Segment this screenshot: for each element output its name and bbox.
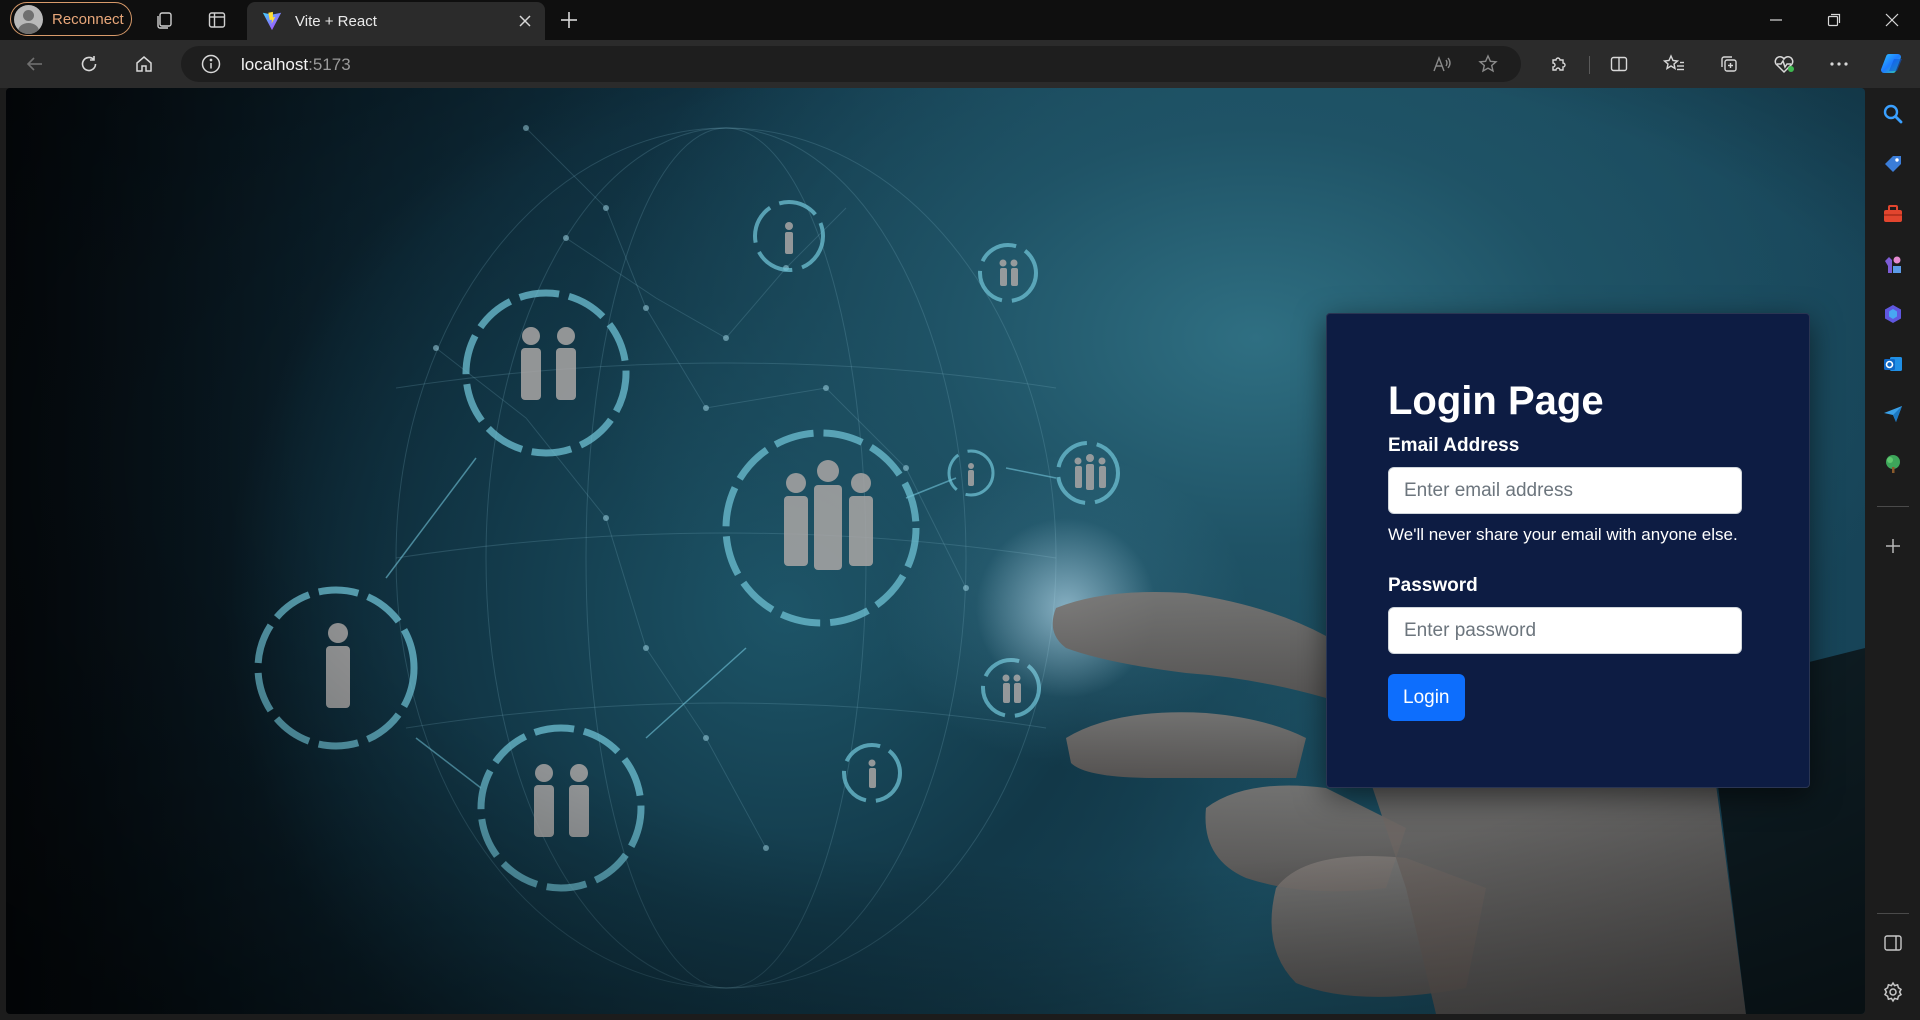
sidebar-divider	[1877, 506, 1909, 507]
back-icon[interactable]	[18, 48, 52, 80]
sidebar-toggle-icon[interactable]	[1880, 930, 1906, 956]
close-tab-icon[interactable]	[511, 7, 539, 35]
browser-titlebar: Reconnect Vite + React	[0, 0, 1920, 40]
browser-sidebar	[1866, 88, 1920, 1020]
toolbar-divider	[1589, 56, 1590, 74]
profile-button[interactable]: Reconnect	[10, 2, 132, 36]
refresh-icon[interactable]	[72, 48, 106, 80]
tools-icon[interactable]	[1880, 201, 1906, 227]
add-icon[interactable]	[1880, 533, 1906, 559]
password-field[interactable]	[1388, 607, 1742, 654]
search-icon[interactable]	[1880, 101, 1906, 127]
email-field[interactable]	[1388, 467, 1742, 514]
sidebar-divider-bottom	[1877, 913, 1909, 914]
login-card: Login Page Email Address We'll never sha…	[1326, 313, 1810, 788]
read-aloud-icon[interactable]	[1428, 52, 1456, 76]
browser-toolbar: localhost:5173	[0, 40, 1920, 88]
send-icon[interactable]	[1880, 401, 1906, 427]
tab-title: Vite + React	[295, 12, 377, 30]
vite-logo-icon	[262, 11, 282, 31]
outlook-icon[interactable]	[1880, 351, 1906, 377]
minimize-icon[interactable]	[1748, 0, 1804, 40]
settings-icon[interactable]	[1880, 979, 1906, 1005]
tree-icon[interactable]	[1880, 451, 1906, 477]
shopping-tag-icon[interactable]	[1880, 151, 1906, 177]
tab-vite-react[interactable]: Vite + React	[247, 2, 545, 40]
browser-essentials-icon[interactable]	[1769, 50, 1799, 78]
email-help-text: We'll never share your email with anyone…	[1388, 525, 1738, 544]
new-tab-icon[interactable]	[553, 5, 585, 35]
copilot-m365-icon[interactable]	[1880, 301, 1906, 327]
page-viewport: Login Page Email Address We'll never sha…	[6, 88, 1865, 1014]
favorites-icon[interactable]	[1659, 50, 1689, 78]
workspaces-icon[interactable]	[148, 6, 180, 34]
games-icon[interactable]	[1880, 251, 1906, 277]
site-info-icon[interactable]	[200, 53, 222, 75]
password-label: Password	[1388, 575, 1478, 596]
email-label: Email Address	[1388, 435, 1520, 456]
split-screen-icon[interactable]	[1604, 50, 1634, 78]
page-title: Login Page	[1388, 379, 1604, 423]
vertical-tabs-icon[interactable]	[201, 6, 233, 34]
address-bar[interactable]: localhost:5173	[181, 46, 1521, 82]
avatar-icon	[14, 4, 43, 34]
favorite-star-icon[interactable]	[1474, 52, 1502, 76]
copilot-icon[interactable]	[1878, 50, 1908, 78]
close-window-icon[interactable]	[1864, 0, 1920, 40]
home-icon[interactable]	[127, 48, 161, 80]
more-icon[interactable]	[1824, 50, 1854, 78]
collections-icon[interactable]	[1714, 50, 1744, 78]
extensions-icon[interactable]	[1544, 50, 1574, 78]
restore-icon[interactable]	[1806, 0, 1862, 40]
url-text: localhost:5173	[241, 55, 351, 74]
profile-label: Reconnect	[52, 10, 124, 28]
login-button[interactable]: Login	[1388, 674, 1465, 721]
